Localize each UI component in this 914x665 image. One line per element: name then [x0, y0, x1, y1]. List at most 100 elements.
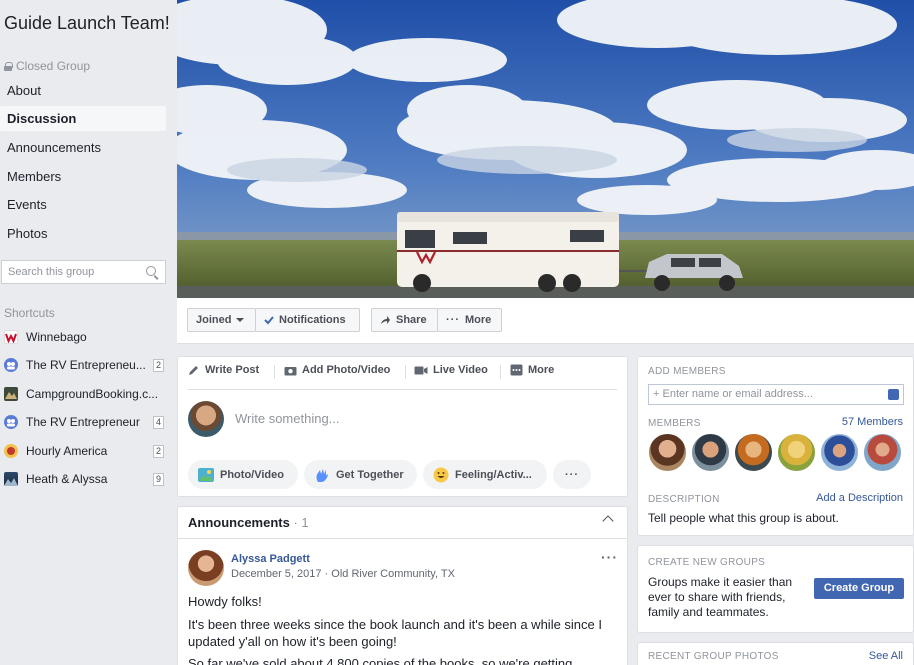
- write-something-input[interactable]: Write something...: [235, 411, 340, 426]
- nav-about[interactable]: About: [0, 78, 166, 103]
- add-photo-video-tab[interactable]: Add Photo/Video: [284, 364, 390, 376]
- member-avatar[interactable]: [648, 433, 687, 472]
- members-heading: MEMBERS: [648, 418, 701, 429]
- member-avatar[interactable]: [734, 433, 773, 472]
- shortcut-item[interactable]: Heath & Alyssa 9: [4, 469, 164, 489]
- create-groups-text: Groups make it easier than ever to share…: [648, 575, 793, 619]
- photo-video-button[interactable]: Photo/Video: [188, 460, 298, 489]
- camera-icon: [284, 366, 297, 375]
- avatar[interactable]: [188, 401, 224, 437]
- create-group-button[interactable]: Create Group: [814, 578, 904, 599]
- joined-label: Joined: [196, 314, 232, 326]
- tab-divider: [405, 365, 406, 379]
- shortcut-label: Winnebago: [26, 330, 87, 344]
- live-video-tab[interactable]: Live Video: [414, 364, 488, 376]
- more-options-button[interactable]: ···: [553, 460, 591, 489]
- more-tab[interactable]: More: [510, 364, 554, 376]
- tab-label: Add Photo/Video: [302, 364, 391, 376]
- recent-photos-heading: RECENT GROUP PHOTOS: [648, 651, 779, 662]
- more-dots-icon: ···: [565, 468, 579, 481]
- check-icon: [264, 316, 274, 325]
- pill-label: Feeling/Activ...: [455, 468, 532, 481]
- group-action-bar: Joined Notifications Share ··· More: [177, 298, 914, 344]
- shortcut-item[interactable]: CampgroundBooking.c...: [4, 384, 164, 404]
- add-member-placeholder: + Enter name or email address...: [653, 388, 813, 400]
- shortcut-label: The RV Entrepreneur: [26, 415, 140, 429]
- post-meta[interactable]: December 5, 2017 · Old River Community, …: [231, 568, 455, 580]
- feeling-activity-button[interactable]: Feeling/Activ...: [423, 460, 547, 489]
- create-groups-heading: CREATE NEW GROUPS: [648, 557, 766, 568]
- shortcut-count: 9: [152, 472, 164, 486]
- shortcut-item[interactable]: Winnebago: [4, 327, 164, 347]
- lock-icon: [4, 61, 13, 71]
- group-search: [1, 260, 166, 284]
- group-search-input[interactable]: [2, 261, 132, 283]
- recent-photos-card: RECENT GROUP PHOTOS See All: [637, 642, 914, 665]
- member-avatar[interactable]: [820, 433, 859, 472]
- chevron-up-icon[interactable]: [602, 515, 614, 527]
- joined-button[interactable]: Joined: [187, 308, 256, 332]
- member-avatar[interactable]: [777, 433, 816, 472]
- create-groups-card: CREATE NEW GROUPS Groups make it easier …: [637, 545, 914, 633]
- wave-hand-icon: [316, 468, 328, 482]
- notifications-button[interactable]: Notifications: [255, 308, 360, 332]
- video-camera-icon: [414, 366, 428, 374]
- caret-down-icon: [236, 318, 245, 322]
- group-icon: [4, 358, 18, 372]
- group-title[interactable]: Guide Launch Team!: [4, 12, 174, 34]
- shortcut-item[interactable]: The RV Entrepreneur 4: [4, 412, 164, 432]
- get-together-button[interactable]: Get Together: [304, 460, 417, 489]
- address-book-icon[interactable]: [888, 389, 899, 400]
- winnebago-logo-icon: [4, 330, 18, 344]
- badge-logo-icon: [4, 444, 18, 458]
- members-count-link[interactable]: 57 Members: [842, 416, 903, 428]
- privacy-label: Closed Group: [4, 59, 90, 73]
- shortcut-count: 2: [152, 358, 164, 372]
- nav-photos[interactable]: Photos: [0, 221, 166, 246]
- share-label: Share: [396, 314, 427, 326]
- shortcut-item[interactable]: Hourly America 2: [4, 441, 164, 461]
- member-avatar[interactable]: [863, 433, 902, 472]
- mountain-logo-icon: [4, 387, 18, 401]
- nav-announcements[interactable]: Announcements: [0, 135, 166, 160]
- tab-divider: [274, 365, 275, 379]
- write-post-tab[interactable]: Write Post: [188, 364, 259, 376]
- privacy-text: Closed Group: [16, 59, 91, 73]
- add-member-input[interactable]: + Enter name or email address...: [648, 384, 904, 405]
- nav-discussion[interactable]: Discussion: [0, 106, 166, 131]
- group-icon: [4, 415, 18, 429]
- share-button[interactable]: Share: [371, 308, 438, 332]
- more-label: More: [465, 314, 492, 326]
- post-paragraph: So far we've sold about 4,800 copies of …: [188, 656, 573, 665]
- post-paragraph: Howdy folks!: [188, 594, 262, 609]
- announcements-heading[interactable]: Announcements · 1: [188, 515, 309, 530]
- see-all-link[interactable]: See All: [869, 650, 903, 662]
- pencil-icon: [189, 366, 198, 375]
- add-members-card: ADD MEMBERS + Enter name or email addres…: [637, 356, 914, 536]
- nav-events[interactable]: Events: [0, 192, 166, 217]
- post-author[interactable]: Alyssa Padgett: [231, 553, 310, 565]
- shortcuts-heading: Shortcuts: [4, 306, 55, 320]
- photo-icon: [198, 467, 214, 482]
- more-button[interactable]: ··· More: [437, 308, 502, 332]
- shortcut-label: Heath & Alyssa: [26, 472, 108, 486]
- tab-label: Live Video: [433, 364, 488, 376]
- shortcut-item[interactable]: The RV Entrepreneu... 2: [4, 355, 164, 375]
- divider: [178, 538, 627, 539]
- post-options-icon[interactable]: ···: [601, 549, 618, 565]
- avatar[interactable]: [188, 550, 224, 586]
- add-description-link[interactable]: Add a Description: [816, 492, 903, 504]
- notifications-label: Notifications: [279, 314, 346, 326]
- shortcut-count: 4: [152, 415, 164, 429]
- tab-label: Write Post: [205, 364, 260, 376]
- search-icon[interactable]: [146, 266, 156, 276]
- tab-label: More: [528, 364, 555, 376]
- nav-members[interactable]: Members: [0, 164, 166, 189]
- announcements-title: Announcements: [188, 515, 290, 530]
- more-dots-icon: ···: [446, 314, 460, 326]
- member-avatar[interactable]: [691, 433, 730, 472]
- shortcut-label: The RV Entrepreneu...: [26, 358, 146, 372]
- announcements-count: · 1: [293, 515, 309, 530]
- shortcut-count: 2: [152, 444, 164, 458]
- cover-photo[interactable]: [177, 0, 914, 298]
